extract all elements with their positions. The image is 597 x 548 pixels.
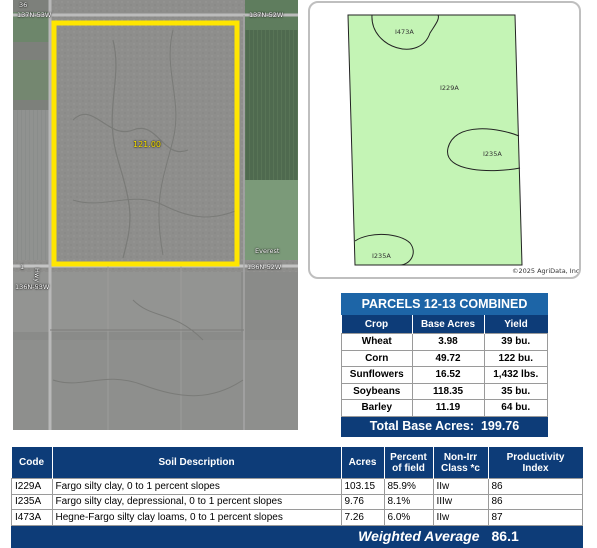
base-acres-cell: 16.52	[411, 366, 485, 384]
code-cell: I229A	[11, 478, 53, 495]
header-line: Productivity	[506, 451, 565, 463]
header-line: of field	[392, 462, 425, 474]
column-header: Base Acres	[412, 314, 485, 334]
table-row: I473A Hegne-Fargo silty clay loams, 0 to…	[11, 509, 583, 526]
productivity-cell: 86	[487, 493, 583, 510]
base-acres-cell: 49.72	[411, 349, 485, 367]
road-label: 36	[19, 1, 28, 9]
column-header: Yield	[484, 314, 548, 334]
header-line: Class *c	[441, 462, 480, 474]
soil-map: I473A I229A I235A I235A ©2025 AgriData, …	[308, 1, 581, 279]
table-row: Sunflowers 16.52 1,432 lbs.	[341, 366, 548, 384]
base-acres-cell: 3.98	[411, 333, 485, 351]
percent-cell: 85.9%	[383, 478, 434, 495]
yield-cell: 39 bu.	[483, 333, 548, 351]
parcels-table: PARCELS 12-13 COMBINED Crop Base Acres Y…	[341, 293, 548, 437]
road-label: 137N-53W	[17, 11, 52, 19]
column-header: Percent of field	[384, 447, 434, 479]
table-row: Barley 11.19 64 bu.	[341, 399, 548, 417]
percent-cell: 6.0%	[383, 509, 434, 526]
aerial-map: 36 137N-53W 137N-52W 121.00 Everest 1 13…	[13, 0, 298, 430]
acres-cell: 9.76	[340, 493, 385, 510]
base-acres-cell: 118.35	[411, 382, 485, 400]
soil-map-outline	[347, 14, 523, 266]
column-header: Crop	[341, 314, 413, 334]
header-line: Non-Irr	[443, 451, 478, 463]
town-label: Everest	[255, 247, 280, 255]
acres-cell: 7.26	[340, 509, 385, 526]
yield-cell: 1,432 lbs.	[483, 366, 548, 384]
table-row: I229A Fargo silty clay, 0 to 1 percent s…	[11, 478, 583, 495]
class-cell: IIw	[432, 509, 489, 526]
total-value: 199.76	[480, 419, 520, 433]
crop-cell: Wheat	[341, 333, 413, 351]
productivity-cell: 87	[487, 509, 583, 526]
class-cell: IIIw	[432, 493, 489, 510]
road-label: 136N-53W	[15, 283, 50, 291]
total-row: Total Base Acres: 199.76	[341, 415, 548, 437]
percent-cell: 8.1%	[383, 493, 434, 510]
desc-cell: Hegne-Fargo silty clay loams, 0 to 1 per…	[51, 509, 342, 526]
table-row: Corn 49.72 122 bu.	[341, 349, 548, 367]
code-cell: I235A	[11, 493, 53, 510]
column-header: Non-Irr Class *c	[433, 447, 489, 479]
crop-cell: Barley	[341, 399, 413, 417]
yield-cell: 122 bu.	[483, 349, 548, 367]
column-header: Code	[11, 447, 53, 479]
total-label: Total Base Acres:	[369, 419, 475, 433]
soil-zone-label: I229A	[440, 84, 459, 92]
road-label: 1	[20, 263, 25, 271]
yield-cell: 35 bu.	[483, 382, 548, 400]
column-header: Soil Description	[52, 447, 342, 479]
road-label: 136N-52W	[247, 263, 282, 271]
field-acres-label: 121.00	[133, 140, 161, 149]
column-header: Acres	[341, 447, 385, 479]
crop-cell: Corn	[341, 349, 413, 367]
crop-cell: Sunflowers	[341, 366, 413, 384]
class-cell: IIw	[432, 478, 489, 495]
base-acres-cell: 11.19	[411, 399, 485, 417]
code-cell: I473A	[11, 509, 53, 526]
soil-table: Code Soil Description Acres Percent of f…	[11, 447, 583, 548]
crop-cell: Soybeans	[341, 382, 413, 400]
desc-cell: Fargo silty clay, 0 to 1 percent slopes	[51, 478, 342, 495]
table-row: Wheat 3.98 39 bu.	[341, 333, 548, 351]
yield-cell: 64 bu.	[483, 399, 548, 417]
productivity-cell: 86	[487, 478, 583, 495]
table-row: Soybeans 118.35 35 bu.	[341, 382, 548, 400]
soil-zone-label: I473A	[395, 28, 414, 36]
acres-cell: 103.15	[340, 478, 385, 495]
parcels-title: PARCELS 12-13 COMBINED	[341, 293, 548, 315]
table-row: I235A Fargo silty clay, depressional, 0 …	[11, 493, 583, 510]
header-line: Percent	[390, 451, 427, 463]
soil-zone-label: I235A	[483, 150, 502, 158]
desc-cell: Fargo silty clay, depressional, 0 to 1 p…	[51, 493, 342, 510]
road-label: 137N-52W	[249, 11, 284, 19]
soil-zone-label: I235A	[372, 252, 391, 260]
copyright-label: ©2025 AgriData, Inc.	[512, 267, 579, 275]
header-line: Index	[522, 462, 549, 474]
column-header: Productivity Index	[488, 447, 583, 479]
